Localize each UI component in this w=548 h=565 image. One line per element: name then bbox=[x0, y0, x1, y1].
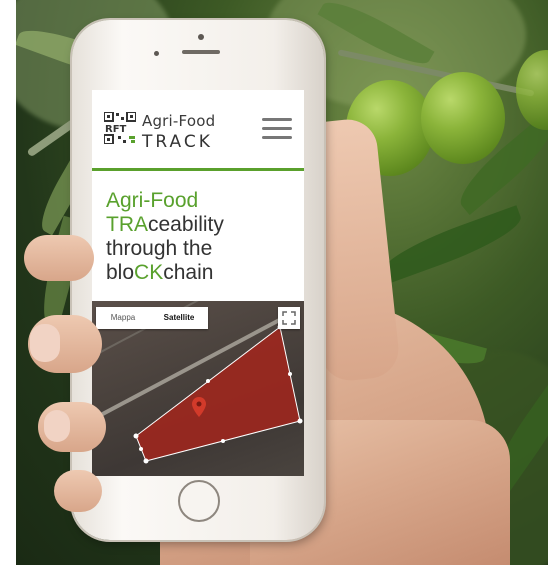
hero-highlight: TRA bbox=[106, 213, 148, 236]
tab-map[interactable]: Mappa bbox=[96, 307, 150, 329]
fullscreen-icon[interactable] bbox=[278, 307, 300, 329]
svg-text:RFT: RFT bbox=[105, 124, 127, 135]
hero-title-line: TRAceability bbox=[106, 213, 224, 237]
olive bbox=[421, 72, 505, 164]
finger bbox=[54, 470, 102, 512]
fingernail bbox=[30, 324, 60, 362]
phone: RFT Agri-Food TRACK Agri-Food TRAceabili… bbox=[72, 20, 324, 540]
map-type-toggle: Mappa Satellite bbox=[96, 307, 208, 329]
sensor bbox=[154, 51, 159, 56]
olive bbox=[516, 50, 548, 130]
phone-screen: RFT Agri-Food TRACK Agri-Food TRAceabili… bbox=[92, 90, 304, 476]
hero-text: ceability bbox=[148, 213, 224, 236]
qr-code-icon: RFT bbox=[104, 112, 136, 144]
fingernail bbox=[44, 410, 70, 442]
hero-text: chain bbox=[163, 261, 214, 284]
menu-icon[interactable] bbox=[262, 116, 292, 142]
app-header: RFT Agri-Food TRACK bbox=[92, 90, 304, 171]
satellite-map[interactable]: Mappa Satellite bbox=[92, 301, 304, 476]
finger bbox=[24, 235, 94, 281]
home-button[interactable] bbox=[178, 480, 220, 522]
leaf bbox=[375, 205, 527, 285]
hero-text: blo bbox=[106, 261, 135, 284]
hero-banner: Agri-Food TRAceability through the bloCK… bbox=[92, 171, 304, 301]
hero-highlight: CK bbox=[134, 261, 164, 284]
tab-satellite[interactable]: Satellite bbox=[150, 307, 208, 329]
logo-text-bottom: TRACK bbox=[142, 132, 213, 152]
hero-text: through the bbox=[106, 237, 213, 260]
camera bbox=[198, 34, 204, 40]
hero-title-line: bloCKchain bbox=[106, 261, 213, 285]
hero-highlight: Agri-Food bbox=[106, 189, 199, 212]
location-pin-icon[interactable] bbox=[192, 397, 206, 417]
logo-text-top: Agri-Food bbox=[142, 112, 216, 130]
hero-title-line: Agri-Food bbox=[106, 189, 198, 213]
hero-title-line: through the bbox=[106, 237, 212, 261]
earpiece-speaker bbox=[182, 50, 220, 54]
